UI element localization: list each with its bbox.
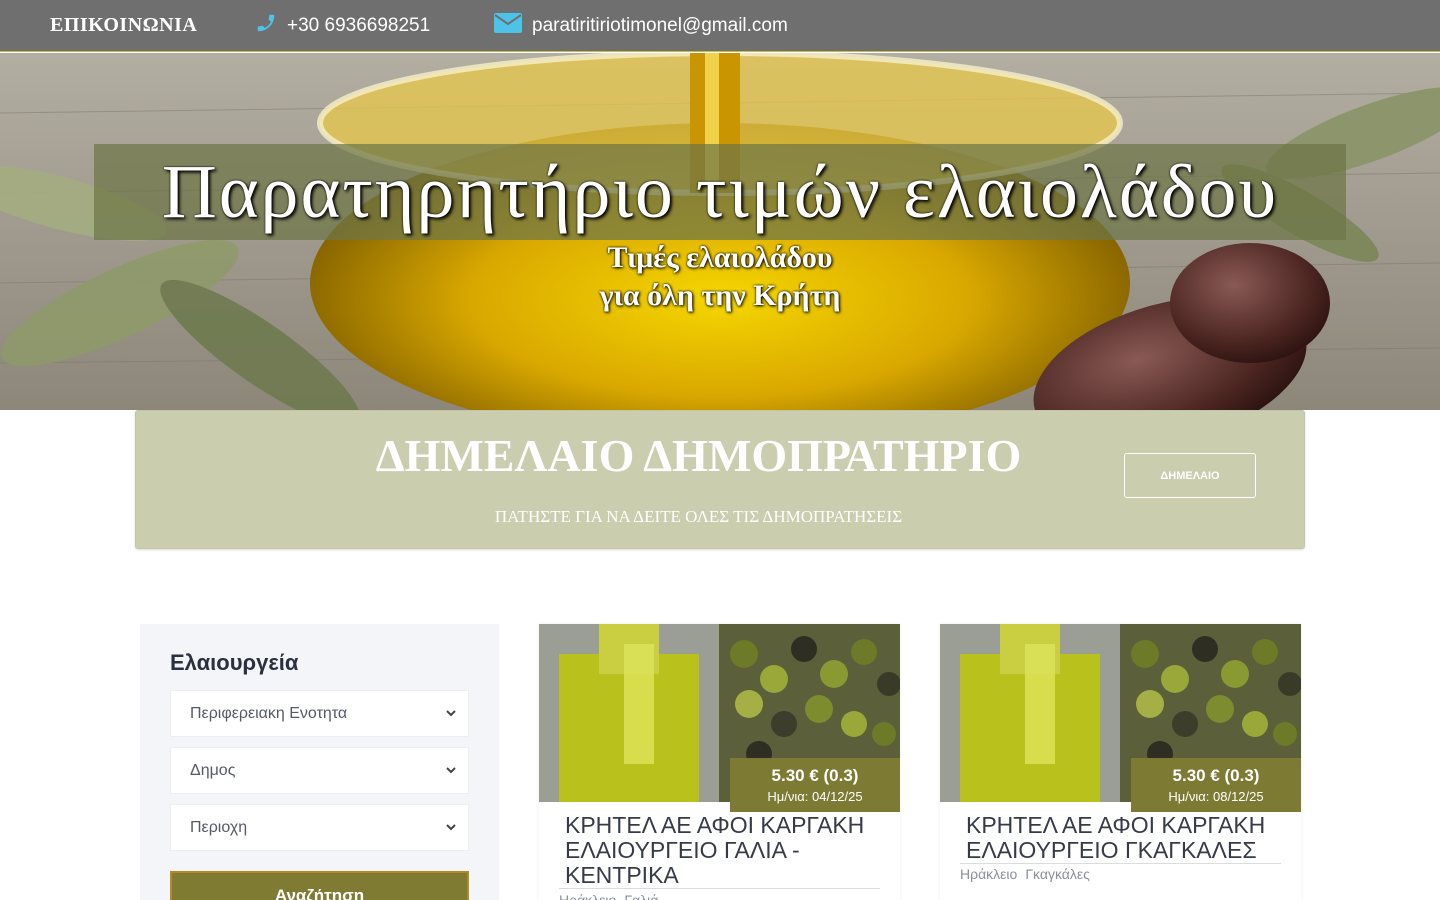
phone-link[interactable]: +30 6936698251 bbox=[255, 12, 430, 40]
olive-mill-card[interactable]: 5.30 € (0.3) Ημ/νια: 08/12/25 ΚΡΗΤΕΛ ΑΕ … bbox=[940, 624, 1301, 900]
hero-banner: Παρατηρητήριο τιμών ελαιολάδου Τιμές ελα… bbox=[0, 53, 1440, 410]
divider bbox=[559, 888, 880, 889]
chevron-down-icon bbox=[446, 767, 456, 774]
select-value: Περιοχη bbox=[190, 818, 248, 836]
phone-icon bbox=[255, 12, 277, 40]
price-date: Ημ/νια: 08/12/25 bbox=[1168, 789, 1264, 804]
regional-unit-select[interactable]: Περιφερειακη Ενοτητα bbox=[170, 690, 469, 737]
municipality-select[interactable]: Δημος bbox=[170, 747, 469, 794]
hero-subtitle-line1: Τιμές ελαιολάδου bbox=[607, 241, 833, 274]
hero-subtitle-line2: για όλη την Κρήτη bbox=[599, 279, 841, 312]
mill-name[interactable]: ΚΡΗΤΕΛ ΑΕ ΑΦΟΙ ΚΑΡΓΑΚΗ ΕΛΑΙΟΥΡΓΕΙΟ ΓΑΛΙΑ… bbox=[565, 813, 880, 888]
top-contact-bar: ΕΠΙΚΟΙΝΩΝΙΑ +30 6936698251 paratiritirio… bbox=[0, 0, 1440, 52]
auction-title: ΔΗΜΕΛΑΙΟ ΔΗΜΟΠΡΑΤΗΡΙΟ bbox=[375, 430, 1022, 481]
mill-area: Γαλιά bbox=[624, 892, 659, 900]
email-link[interactable]: paratiritiriotimonel@gmail.com bbox=[494, 12, 788, 40]
chevron-down-icon bbox=[446, 710, 456, 717]
select-value: Περιφερειακη Ενοτητα bbox=[190, 704, 348, 722]
olive-mills-filter: Ελαιουργεία Περιφερειακη Ενοτητα Δημος Π… bbox=[140, 624, 499, 900]
mill-region: Ηράκλειο bbox=[559, 892, 617, 900]
price: 5.30 € (0.3) bbox=[771, 766, 859, 785]
auction-banner[interactable]: ΔΗΜΕΛΑΙΟ ΔΗΜΟΠΡΑΤΗΡΙΟ ΠΑΤΗΣΤΕ ΓΙΑ ΝΑ ΔΕΙ… bbox=[135, 410, 1305, 549]
envelope-icon bbox=[494, 13, 522, 39]
olive-mill-card[interactable]: 5.30 € (0.3) Ημ/νια: 04/12/25 ΚΡΗΤΕΛ ΑΕ … bbox=[539, 624, 900, 900]
sidebar-title: Ελαιουργεία bbox=[170, 650, 299, 675]
mill-region: Ηράκλειο bbox=[960, 866, 1018, 882]
chevron-down-icon bbox=[446, 824, 456, 831]
price-tag: 5.30 € (0.3) Ημ/νια: 04/12/25 bbox=[730, 758, 900, 812]
price-date: Ημ/νια: 04/12/25 bbox=[767, 789, 863, 804]
price: 5.30 € (0.3) bbox=[1172, 766, 1260, 785]
mill-name[interactable]: ΚΡΗΤΕΛ ΑΕ ΑΦΟΙ ΚΑΡΓΑΚΗ ΕΛΑΙΟΥΡΓΕΙΟ ΓΚΑΓΚ… bbox=[966, 813, 1281, 863]
area-select[interactable]: Περιοχη bbox=[170, 804, 469, 851]
search-button[interactable]: Αναζήτηση bbox=[170, 871, 469, 900]
auction-subtitle: ΠΑΤΗΣΤΕ ΓΙΑ ΝΑ ΔΕΙΤΕ ΟΛΕΣ ΤΙΣ ΔΗΜΟΠΡΑΤΗΣ… bbox=[494, 507, 903, 526]
phone-number: +30 6936698251 bbox=[287, 15, 431, 36]
mill-location: Ηράκλειο Γκαγκάλες bbox=[960, 866, 1090, 882]
email-address: paratiritiriotimonel@gmail.com bbox=[532, 15, 788, 36]
hero-title: Παρατηρητήριο τιμών ελαιολάδου bbox=[161, 150, 1279, 234]
divider bbox=[960, 863, 1281, 864]
contact-title: ΕΠΙΚΟΙΝΩΝΙΑ bbox=[50, 14, 198, 36]
price-tag: 5.30 € (0.3) Ημ/νια: 08/12/25 bbox=[1131, 758, 1301, 812]
hero-title-box: Παρατηρητήριο τιμών ελαιολάδου bbox=[94, 144, 1346, 240]
select-value: Δημος bbox=[190, 761, 236, 779]
dimelaio-button[interactable]: ΔΗΜΕΛΑΙΟ bbox=[1124, 453, 1256, 498]
mill-location: Ηράκλειο Γαλιά bbox=[559, 892, 658, 900]
mill-area: Γκαγκάλες bbox=[1025, 866, 1090, 882]
